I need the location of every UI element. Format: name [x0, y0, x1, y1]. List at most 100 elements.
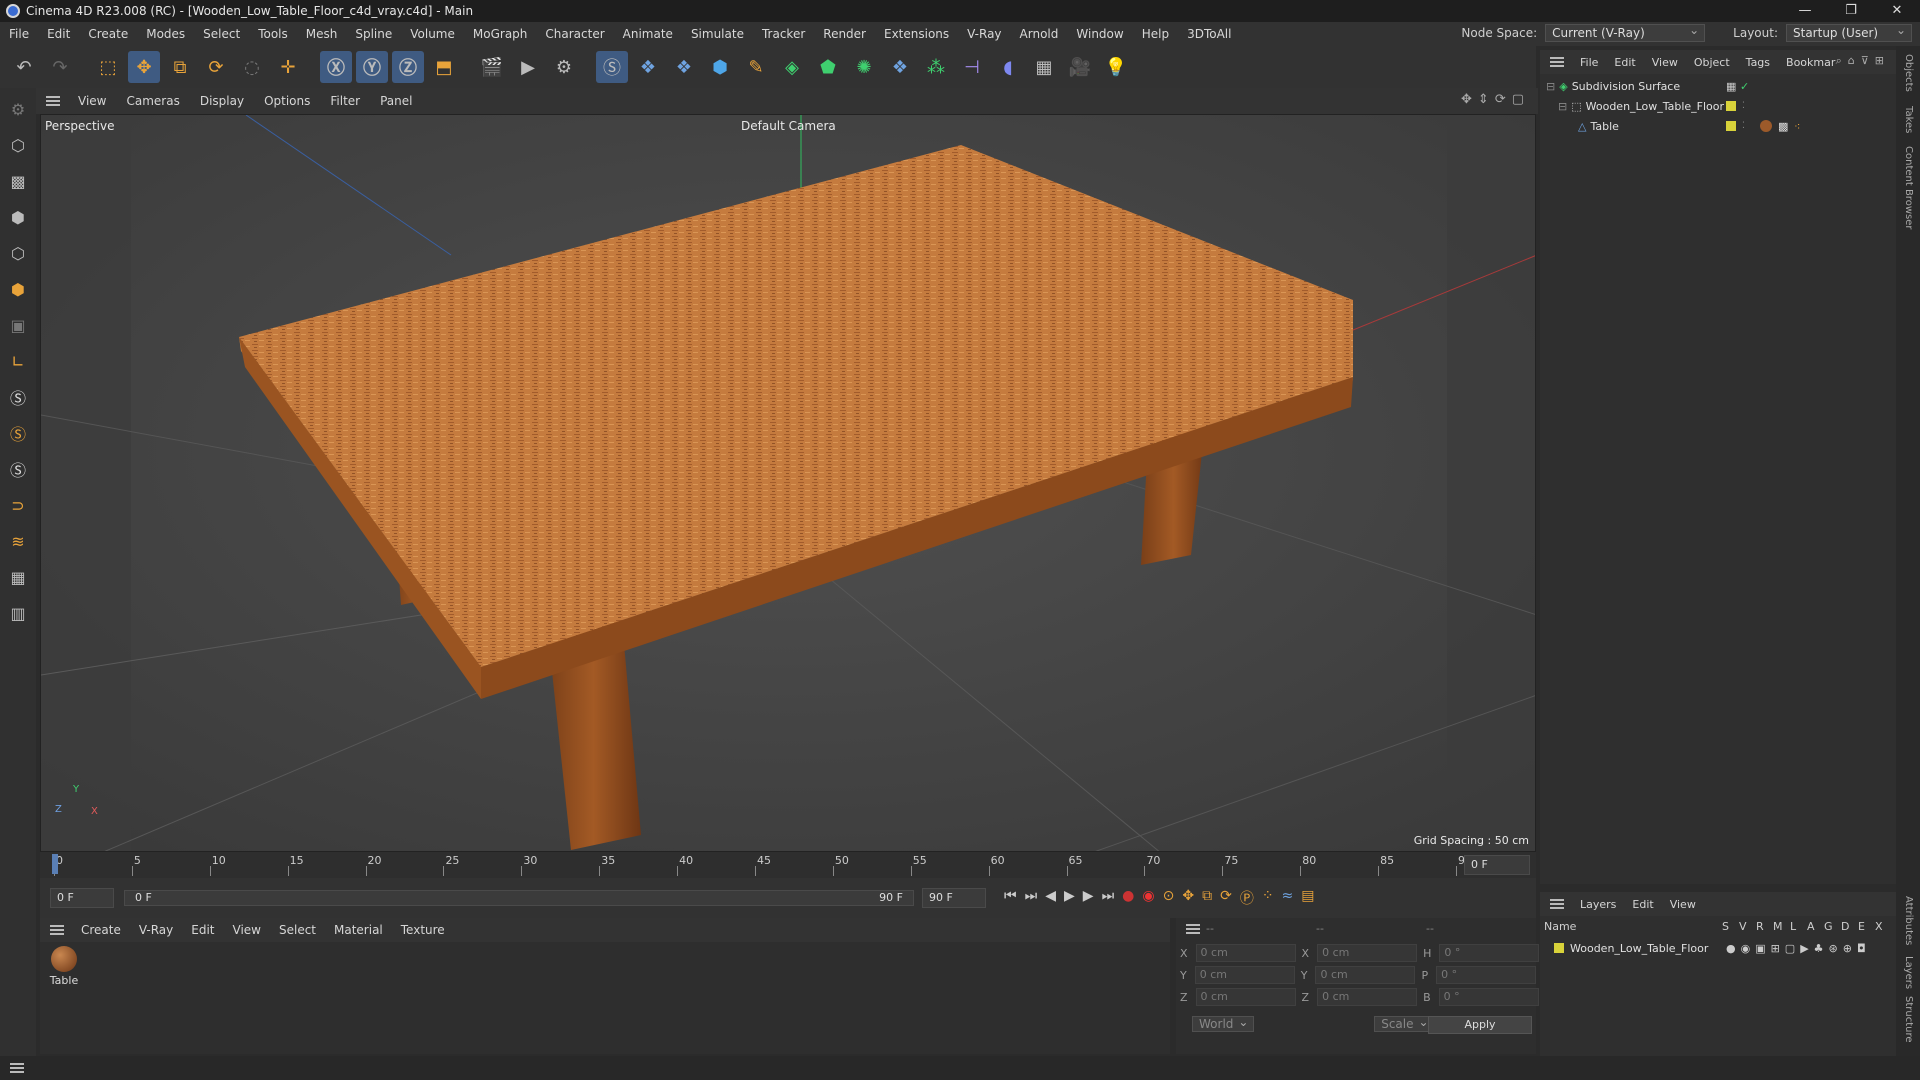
uv-mode-icon[interactable]: ▣ — [3, 310, 33, 340]
size-z-field[interactable]: 0 cm — [1317, 988, 1418, 1006]
material-menu-create[interactable]: Create — [72, 923, 130, 937]
menu-arnold[interactable]: Arnold — [1011, 27, 1068, 41]
render-settings-icon[interactable]: ⚙ — [548, 51, 580, 83]
material-tag-icon[interactable] — [1760, 120, 1772, 132]
rotate-tool-icon[interactable]: ⟳ — [200, 51, 232, 83]
current-frame-field[interactable]: 0 F — [1464, 855, 1530, 875]
light-icon[interactable]: 💡 — [1100, 51, 1132, 83]
menu-extensions[interactable]: Extensions — [875, 27, 958, 41]
object-menu-file[interactable]: File — [1572, 56, 1606, 69]
apply-button[interactable]: Apply — [1428, 1016, 1532, 1034]
tab-objects[interactable]: Objects — [1903, 54, 1914, 92]
python-script-2-icon[interactable]: ❖ — [668, 51, 700, 83]
render-picture-viewer-icon[interactable]: ▶ — [512, 51, 544, 83]
key-parameter-icon[interactable]: Ⓟ — [1240, 888, 1254, 908]
menu-select[interactable]: Select — [194, 27, 249, 41]
edit-render-toggle-icon[interactable]: ▦ — [1726, 80, 1736, 93]
layers-menu-layers[interactable]: Layers — [1572, 898, 1624, 911]
next-frame-icon[interactable]: ▶ — [1083, 888, 1094, 908]
node-space-dropdown[interactable]: Current (V-Ray) — [1545, 22, 1706, 42]
pen-spline-icon[interactable]: ✎ — [740, 51, 772, 83]
cube-primitive-icon[interactable]: ⬢ — [704, 51, 736, 83]
previous-frame-icon[interactable]: ◀ — [1045, 888, 1056, 908]
menu-help[interactable]: Help — [1133, 27, 1178, 41]
viewport-menu-filter[interactable]: Filter — [320, 94, 370, 108]
camera-icon[interactable]: 🎥 — [1064, 51, 1096, 83]
material-menu-select[interactable]: Select — [270, 923, 325, 937]
layers-menu-edit[interactable]: Edit — [1624, 898, 1661, 911]
position-y-field[interactable]: 0 cm — [1194, 966, 1295, 984]
tab-takes[interactable]: Takes — [1903, 106, 1914, 133]
menu-mesh[interactable]: Mesh — [297, 27, 347, 41]
layer-color-icon[interactable] — [1726, 121, 1736, 131]
vray-logo-icon[interactable]: Ⓢ — [596, 51, 628, 83]
layer-flags-icons[interactable]: ●◉▣⊞▢▶♣⊛⊕◘ — [1726, 942, 1871, 955]
timeline-window-icon[interactable]: ▤ — [1301, 888, 1314, 908]
playhead[interactable] — [52, 854, 58, 874]
menu-window[interactable]: Window — [1067, 27, 1132, 41]
previous-key-icon[interactable]: ⏭ — [1025, 888, 1038, 908]
key-rotation-icon[interactable]: ⟳ — [1220, 888, 1232, 908]
vray-s-orange-icon[interactable]: Ⓢ — [3, 418, 33, 448]
spline-tag-icon[interactable]: ◖ — [992, 51, 1024, 83]
menu-3dtoall[interactable]: 3DToAll — [1178, 27, 1240, 41]
menu-mograph[interactable]: MoGraph — [464, 27, 537, 41]
subdivision-surface-icon[interactable]: ◈ — [776, 51, 808, 83]
visibility-dots-icon[interactable]: ⁚ — [1742, 121, 1745, 131]
viewport-menu-options[interactable]: Options — [254, 94, 320, 108]
motion-clip-icon[interactable]: ≈ — [1282, 888, 1294, 908]
layers-menu-view[interactable]: View — [1662, 898, 1704, 911]
start-frame-field[interactable]: 0 F — [50, 888, 114, 908]
menu-edit[interactable]: Edit — [38, 27, 79, 41]
snap-grid-icon[interactable]: ≋ — [3, 526, 33, 556]
material-menu-vray[interactable]: V-Ray — [130, 923, 182, 937]
size-y-field[interactable]: 0 cm — [1315, 966, 1416, 984]
material-menu-edit[interactable]: Edit — [182, 923, 223, 937]
object-row[interactable]: ⊟ ⬚ Wooden_Low_Table_Floor ⁚ — [1540, 96, 1896, 116]
object-menu-object[interactable]: Object — [1686, 56, 1738, 69]
key-position-icon[interactable]: ✥ — [1182, 888, 1194, 908]
viewport-menu-view[interactable]: View — [68, 94, 116, 108]
timeline-ruler[interactable]: 051015202530354045505560657075808590 0 F — [40, 852, 1536, 878]
layer-color-icon[interactable] — [1554, 943, 1564, 953]
play-icon[interactable]: ▶ — [1064, 888, 1075, 908]
material-menu-material[interactable]: Material — [325, 923, 392, 937]
y-axis-lock-icon[interactable]: Ⓨ — [356, 51, 388, 83]
move-tool-icon[interactable]: ✥ — [128, 51, 160, 83]
layout-dropdown[interactable]: Startup (User) — [1786, 22, 1912, 42]
workplane-icon[interactable]: ∟ — [3, 346, 33, 376]
layer-color-icon[interactable] — [1726, 101, 1736, 111]
vray-s-white-icon[interactable]: Ⓢ — [3, 454, 33, 484]
position-z-field[interactable]: 0 cm — [1195, 988, 1296, 1006]
object-row[interactable]: ⊟ ◈ Subdivision Surface ▦ ✓ — [1540, 76, 1896, 96]
render-view-icon[interactable]: 🎬 — [476, 51, 508, 83]
collapse-icon[interactable]: ⊟ — [1546, 80, 1555, 93]
status-menu-icon[interactable] — [10, 1063, 24, 1073]
layer-row[interactable]: Wooden_Low_Table_Floor ●◉▣⊞▢▶♣⊛⊕◘ — [1540, 938, 1896, 958]
rotation-p-field[interactable]: 0 ° — [1436, 966, 1537, 984]
polygons-mode-icon[interactable]: ⬢ — [3, 274, 33, 304]
coordinates-menu-icon[interactable] — [1186, 924, 1200, 934]
coordinate-mode-dropdown[interactable]: World — [1192, 1016, 1255, 1032]
field-icon[interactable]: ⊣ — [956, 51, 988, 83]
extrude-icon[interactable]: ⬟ — [812, 51, 844, 83]
viewport-menu-cameras[interactable]: Cameras — [116, 94, 189, 108]
menu-animate[interactable]: Animate — [614, 27, 682, 41]
rotation-h-field[interactable]: 0 ° — [1439, 944, 1540, 962]
scale-tool-icon[interactable]: ⧉ — [164, 51, 196, 83]
tab-layers[interactable]: Layers — [1903, 956, 1914, 989]
floor-icon[interactable]: ▦ — [1028, 51, 1060, 83]
object-manager-tools-icons[interactable]: ⌕⌂⊽⊞ — [1836, 54, 1890, 68]
key-pla-icon[interactable]: ⁘ — [1262, 888, 1274, 908]
object-manager-menu-icon[interactable] — [1550, 57, 1564, 67]
coordinate-system-icon[interactable]: ⬒ — [428, 51, 460, 83]
go-to-start-icon[interactable]: ⏮ — [1004, 888, 1017, 908]
tab-structure[interactable]: Structure — [1903, 996, 1914, 1043]
x-axis-lock-icon[interactable]: Ⓧ — [320, 51, 352, 83]
layers-menu-icon[interactable] — [1550, 899, 1564, 909]
uvw-tag-icon[interactable]: ▩ — [1778, 120, 1788, 133]
rotation-b-field[interactable]: 0 ° — [1438, 988, 1539, 1006]
size-x-field[interactable]: 0 cm — [1317, 944, 1418, 962]
undo-icon[interactable]: ↶ — [8, 51, 40, 83]
vray-tag-icon[interactable]: ⁖ — [1794, 120, 1800, 133]
